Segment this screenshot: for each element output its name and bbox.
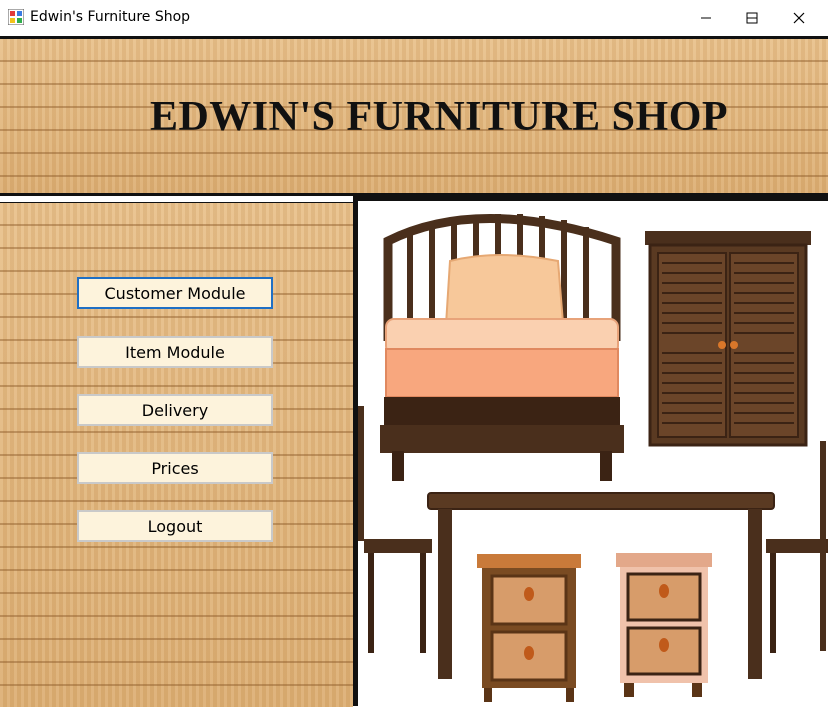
navigation-panel: Customer Module Item Module Delivery Pri… [0, 202, 353, 707]
header-banner: EDWIN'S FURNITURE SHOP [0, 36, 828, 196]
minimize-button-2[interactable] [683, 0, 729, 36]
delivery-button[interactable]: Delivery [77, 394, 273, 426]
banner-title: EDWIN'S FURNITURE SHOP [149, 94, 729, 140]
furniture-illustration [358, 214, 828, 702]
bed-illustration [380, 214, 624, 481]
close-icon [793, 12, 805, 24]
maximize-icon [746, 12, 758, 24]
furniture-picture [358, 201, 828, 706]
logout-button[interactable]: Logout [77, 510, 273, 542]
drawer-illustration-2 [616, 553, 712, 697]
window-title: Edwin's Furniture Shop [30, 9, 191, 25]
chair-illustration-right [766, 441, 828, 653]
prices-button[interactable]: Prices [77, 452, 273, 484]
maximize-button[interactable] [729, 0, 775, 36]
customer-module-button[interactable]: Customer Module [77, 277, 273, 309]
minimize-icon [701, 17, 711, 19]
item-module-button[interactable]: Item Module [77, 336, 273, 368]
wardrobe-illustration [645, 231, 811, 447]
dining-table-illustration [427, 492, 775, 679]
app-icon [8, 9, 24, 25]
drawer-illustration [477, 554, 581, 702]
close-button[interactable] [776, 0, 822, 36]
